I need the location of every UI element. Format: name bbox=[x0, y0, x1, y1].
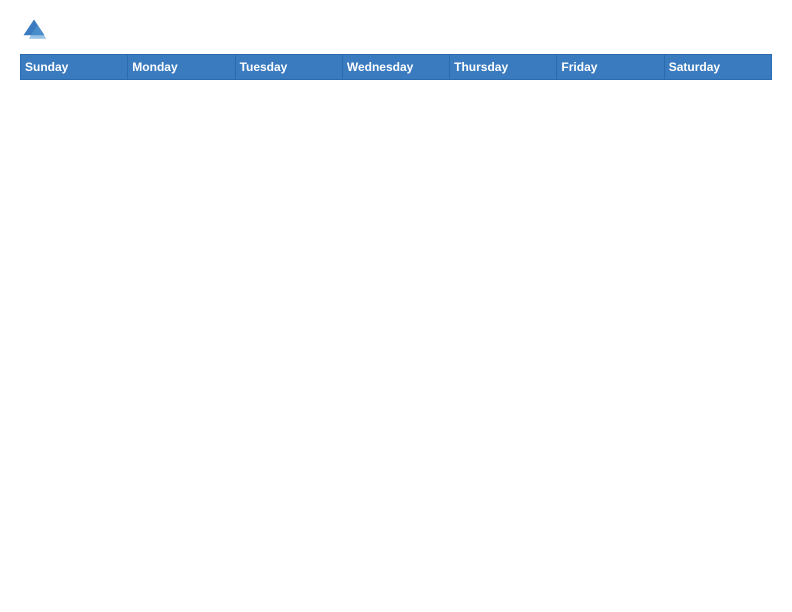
calendar-day-header: Monday bbox=[128, 55, 235, 80]
calendar-day-header: Thursday bbox=[450, 55, 557, 80]
calendar-day-header: Saturday bbox=[664, 55, 771, 80]
calendar-day-header: Friday bbox=[557, 55, 664, 80]
header bbox=[20, 16, 772, 44]
calendar-day-header: Wednesday bbox=[342, 55, 449, 80]
calendar-table: SundayMondayTuesdayWednesdayThursdayFrid… bbox=[20, 54, 772, 596]
calendar-day-header: Sunday bbox=[21, 55, 128, 80]
calendar-day-header: Tuesday bbox=[235, 55, 342, 80]
logo bbox=[20, 16, 52, 44]
page: SundayMondayTuesdayWednesdayThursdayFrid… bbox=[0, 0, 792, 612]
logo-icon bbox=[20, 16, 48, 44]
calendar-header-row: SundayMondayTuesdayWednesdayThursdayFrid… bbox=[21, 55, 772, 80]
